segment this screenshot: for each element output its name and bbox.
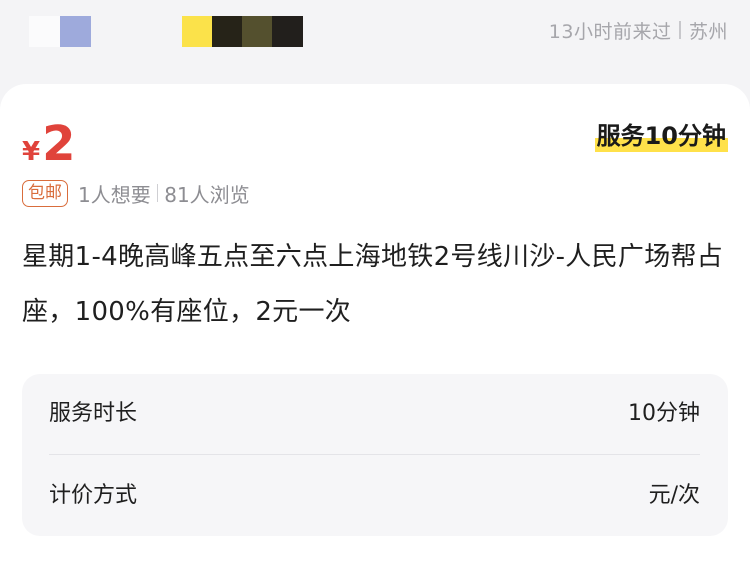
color-block — [212, 16, 243, 47]
detail-row-pricing: 计价方式 元/次 — [22, 456, 728, 536]
meta-divider — [679, 21, 681, 39]
last-seen-text: 13小时前来过 — [548, 20, 672, 43]
color-block — [182, 16, 213, 47]
top-bar: 13小时前来过 苏州 — [0, 0, 750, 84]
stats-divider — [156, 184, 159, 202]
detail-value: 元/次 — [648, 483, 700, 508]
color-block — [60, 16, 91, 47]
listing-card: ¥ 2 服务10分钟 包邮 1人想要 81人浏览 星期1-4晚高峰五点至六点上海… — [0, 84, 750, 562]
shipping-badge: 包邮 — [22, 179, 68, 207]
price: ¥ 2 — [22, 120, 76, 168]
service-details-panel: 服务时长 10分钟 计价方式 元/次 — [22, 374, 728, 536]
row-divider — [49, 454, 700, 455]
color-block — [29, 16, 60, 47]
detail-value: 10分钟 — [628, 401, 700, 426]
detail-label: 计价方式 — [49, 483, 138, 508]
location-text: 苏州 — [688, 20, 728, 43]
price-amount: 2 — [42, 116, 76, 172]
duration-highlight: 服务10分钟 — [594, 120, 728, 152]
seller-meta: 13小时前来过 苏州 — [549, 14, 728, 46]
currency-symbol: ¥ — [22, 137, 41, 167]
color-block — [242, 16, 273, 47]
detail-row-duration: 服务时长 10分钟 — [22, 374, 728, 454]
wants-count: 1人想要 — [78, 182, 151, 207]
listing-description: 星期1-4晚高峰五点至六点上海地铁2号线川沙-人民广场帮占座，100%有座位，2… — [22, 242, 724, 327]
listing-stats: 包邮 1人想要 81人浏览 — [22, 179, 250, 207]
color-block — [272, 16, 303, 47]
detail-label: 服务时长 — [49, 401, 138, 426]
views-count: 81人浏览 — [164, 182, 250, 207]
